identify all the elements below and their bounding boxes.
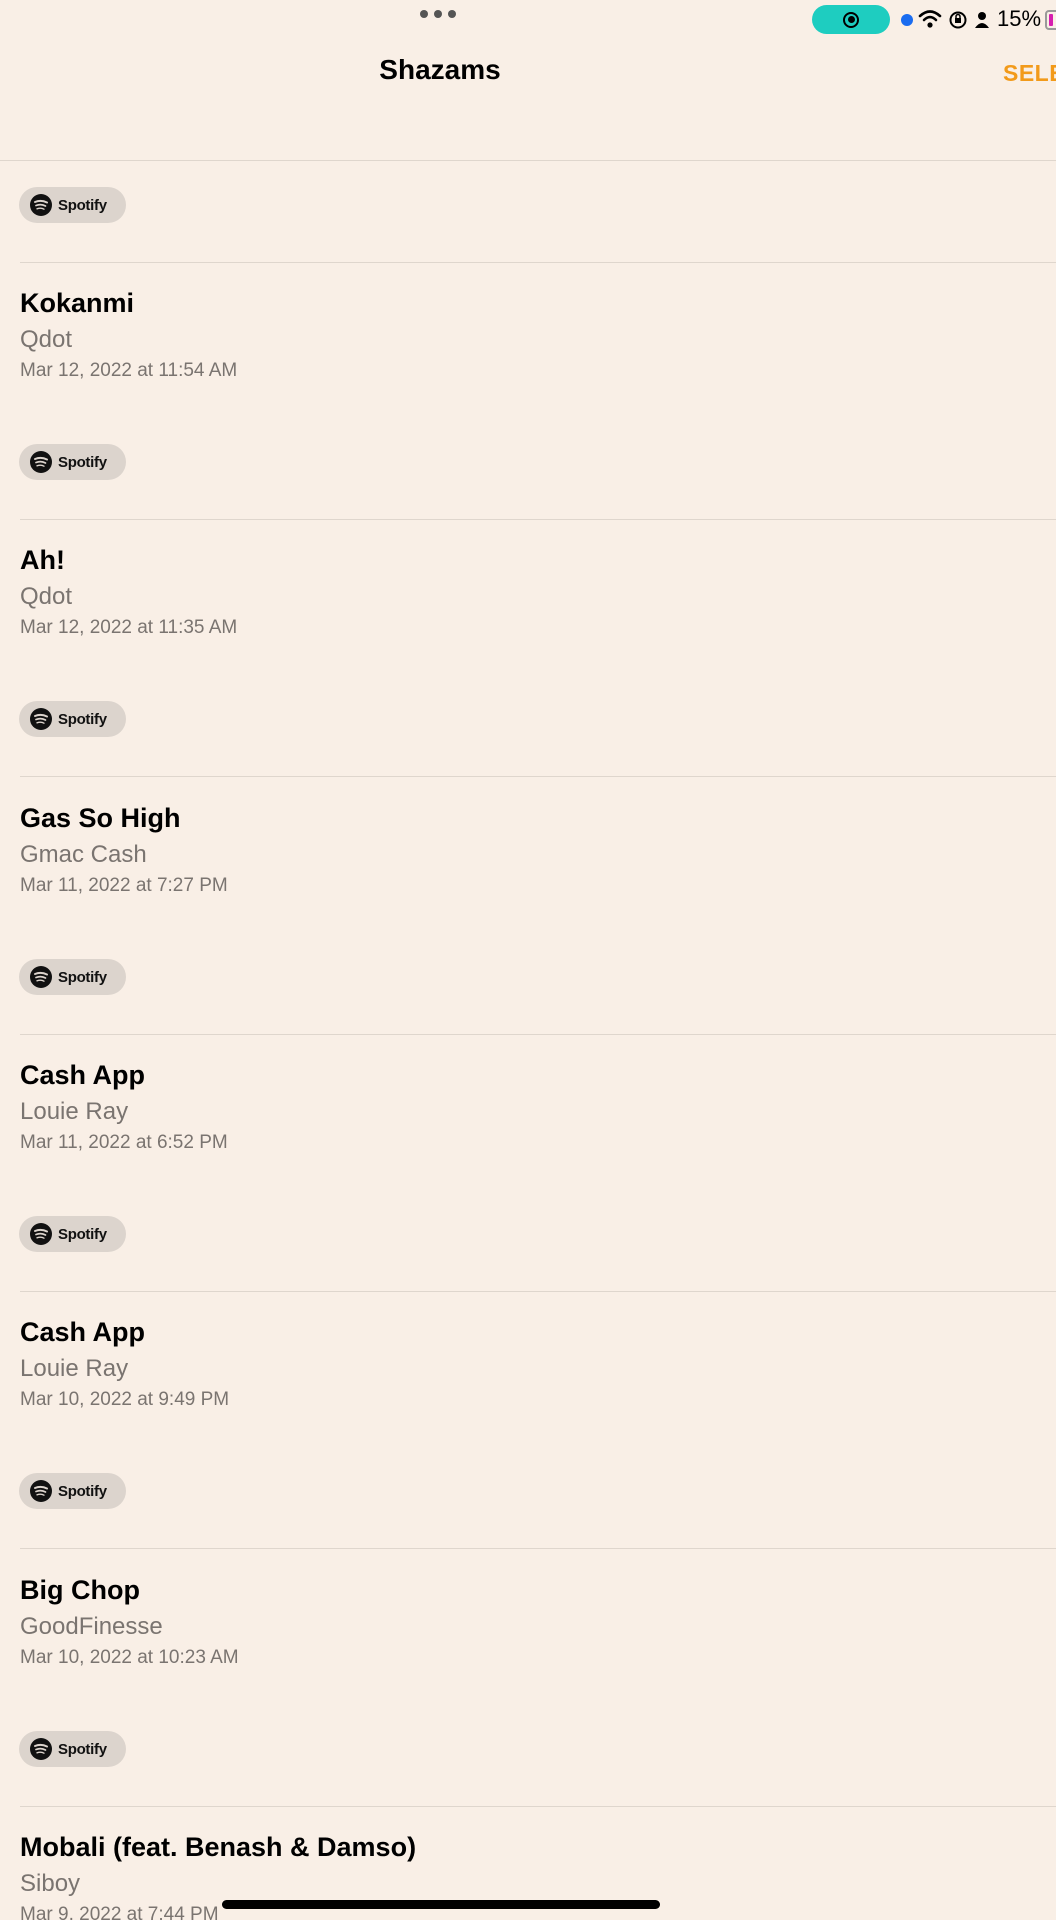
person-icon [975, 12, 989, 28]
spotify-label: Spotify [58, 1225, 107, 1243]
song-title: Ah! [20, 545, 65, 575]
list-item[interactable]: Ah! Qdot Mar 12, 2022 at 11:35 AM [20, 544, 1020, 639]
spotify-button[interactable]: Spotify [19, 1473, 126, 1509]
nav-divider [0, 160, 1056, 161]
list-item[interactable]: Cash App Louie Ray Mar 10, 2022 at 9:49 … [20, 1316, 1020, 1411]
song-artist: Siboy [20, 1870, 81, 1897]
song-artist: Gmac Cash [20, 841, 147, 868]
multitasking-dots-icon[interactable] [420, 10, 456, 18]
list-item[interactable]: Big Chop GoodFinesse Mar 10, 2022 at 10:… [20, 1574, 1020, 1669]
row-divider [20, 519, 1056, 520]
list-item[interactable]: Kokanmi Qdot Mar 12, 2022 at 11:54 AM [20, 287, 1020, 382]
spotify-button[interactable]: Spotify [19, 959, 126, 995]
spotify-logo-icon [30, 966, 52, 988]
song-title: Cash App [20, 1060, 146, 1090]
spotify-label: Spotify [58, 196, 107, 214]
spotify-label: Spotify [58, 453, 107, 471]
list-item[interactable]: Gas So High Gmac Cash Mar 11, 2022 at 7:… [20, 802, 1020, 897]
song-title: Mobali (feat. Benash & Damso) [20, 1832, 417, 1862]
song-date: Mar 12, 2022 at 11:54 AM [20, 360, 238, 381]
row-divider [20, 262, 1056, 263]
row-divider [20, 1034, 1056, 1035]
song-artist: Qdot [20, 326, 73, 353]
song-date: Mar 12, 2022 at 11:35 AM [20, 617, 238, 638]
song-date: Mar 11, 2022 at 7:27 PM [20, 875, 228, 896]
spotify-label: Spotify [58, 968, 107, 986]
battery-icon [1045, 10, 1056, 30]
select-button[interactable]: SELE [1003, 60, 1056, 87]
spotify-logo-icon [30, 708, 52, 730]
status-bar: 15% [0, 0, 1056, 40]
spotify-button[interactable]: Spotify [19, 187, 126, 223]
list-item[interactable]: Cash App Louie Ray Mar 11, 2022 at 6:52 … [20, 1059, 1020, 1154]
row-divider [20, 1806, 1056, 1807]
song-artist: Qdot [20, 583, 73, 610]
song-artist: Louie Ray [20, 1098, 129, 1125]
home-indicator[interactable] [222, 1900, 660, 1909]
battery-percent: 15% [997, 6, 1042, 31]
song-date: Mar 11, 2022 at 6:52 PM [20, 1132, 228, 1153]
spotify-logo-icon [30, 1738, 52, 1760]
spotify-button[interactable]: Spotify [19, 1731, 126, 1767]
page-title: Shazams [379, 54, 501, 85]
spotify-label: Spotify [58, 1482, 107, 1500]
row-divider [20, 1548, 1056, 1549]
row-divider [20, 1291, 1056, 1292]
record-icon [843, 11, 859, 28]
spotify-button[interactable]: Spotify [19, 444, 126, 480]
row-divider [20, 776, 1056, 777]
orientation-lock-icon [949, 11, 967, 29]
song-title: Big Chop [20, 1575, 140, 1605]
song-date: Mar 10, 2022 at 10:23 AM [20, 1647, 239, 1668]
song-title: Gas So High [20, 803, 181, 833]
shazams-screen: 15% Shazams SELE Spotify Kokanmi Qdot Ma… [0, 0, 1056, 1920]
screen-record-indicator[interactable] [812, 5, 890, 34]
wifi-icon [918, 10, 942, 28]
song-date: Mar 10, 2022 at 9:49 PM [20, 1389, 230, 1410]
song-title: Kokanmi [20, 288, 135, 318]
spotify-button[interactable]: Spotify [19, 701, 126, 737]
song-artist: GoodFinesse [20, 1613, 163, 1640]
spotify-logo-icon [30, 1223, 52, 1245]
spotify-logo-icon [30, 1480, 52, 1502]
spotify-logo-icon [30, 194, 52, 216]
spotify-button[interactable]: Spotify [19, 1216, 126, 1252]
spotify-label: Spotify [58, 710, 107, 728]
song-title: Cash App [20, 1317, 146, 1347]
location-dot-icon [901, 14, 913, 26]
song-artist: Louie Ray [20, 1355, 129, 1382]
spotify-logo-icon [30, 451, 52, 473]
spotify-label: Spotify [58, 1740, 107, 1758]
